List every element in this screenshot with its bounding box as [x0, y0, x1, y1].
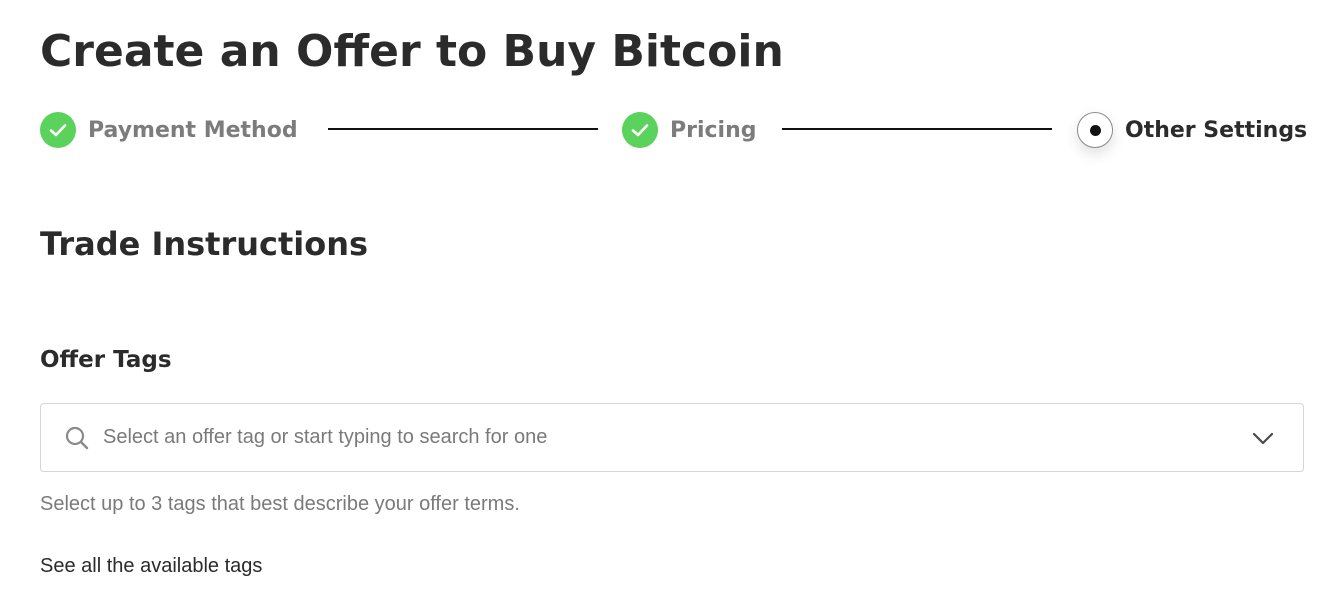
- offer-stepper: Payment Method Pricing Other Settings: [40, 110, 1307, 150]
- step-label: Other Settings: [1125, 117, 1308, 143]
- check-icon: [622, 112, 658, 148]
- chevron-down-icon[interactable]: [1249, 424, 1277, 452]
- offer-tag-select[interactable]: Select an offer tag or start typing to s…: [40, 403, 1304, 472]
- step-payment-method: Payment Method: [40, 110, 298, 150]
- step-connector: [782, 128, 1052, 130]
- trade-instructions-heading: Trade Instructions: [40, 225, 369, 263]
- step-pricing: Pricing: [622, 110, 757, 150]
- search-icon: [63, 424, 91, 452]
- step-connector: [328, 128, 598, 130]
- offer-tags-heading: Offer Tags: [40, 347, 172, 373]
- current-step-dot-icon: [1077, 112, 1113, 148]
- page-title: Create an Offer to Buy Bitcoin: [40, 26, 784, 77]
- offer-tag-search-input[interactable]: Select an offer tag or start typing to s…: [103, 426, 1249, 449]
- step-label: Pricing: [670, 117, 757, 143]
- step-other-settings: Other Settings: [1077, 110, 1307, 150]
- see-all-tags-link[interactable]: See all the available tags: [40, 552, 262, 580]
- step-label: Payment Method: [88, 117, 298, 143]
- offer-tags-helper-text: Select up to 3 tags that best describe y…: [40, 493, 520, 515]
- check-icon: [40, 112, 76, 148]
